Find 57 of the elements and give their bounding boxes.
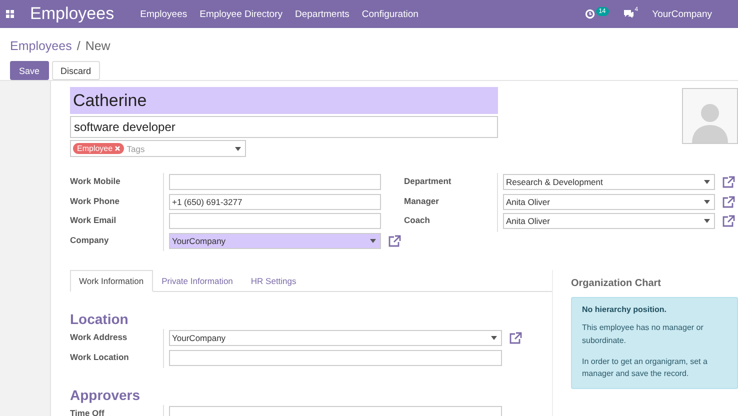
field-label: Work Address (70, 331, 128, 344)
input-field[interactable]: +1 (650) 691-3277 (169, 194, 381, 210)
caret-icon[interactable] (235, 146, 241, 150)
menu-item[interactable]: Employees (140, 8, 188, 20)
remove-icon[interactable] (114, 146, 120, 152)
field-label: Work Mobile (70, 175, 122, 188)
tag: Employee (73, 143, 124, 154)
discard-button[interactable]: Discard (52, 61, 100, 80)
field-label: Company (70, 234, 110, 247)
app-title: Employees (30, 4, 114, 24)
alert-text: This employee has no manager or subordinate. (582, 322, 704, 347)
tab[interactable]: Work Information (70, 270, 153, 292)
name-field[interactable]: Catherine (70, 87, 498, 114)
field-label: Time Off (70, 407, 106, 416)
alert-heading: No hierarchy position. (582, 305, 668, 314)
select-field[interactable]: Research & Development (503, 174, 715, 190)
external-link-icon[interactable] (509, 332, 522, 344)
external-link-icon[interactable] (722, 196, 735, 208)
section-title: Location (70, 311, 130, 327)
section-title: Approvers (70, 387, 142, 403)
field-label: Work Email (70, 214, 118, 227)
select-field[interactable]: YourCompany (169, 330, 502, 346)
menu-item[interactable]: Configuration (362, 8, 418, 20)
company-switcher[interactable]: YourCompany (652, 8, 712, 20)
field-label: Work Phone (70, 194, 120, 208)
breadcrumb-link[interactable]: Employees (10, 39, 72, 53)
input-field[interactable] (169, 174, 381, 190)
caret-icon (704, 200, 710, 204)
tab[interactable]: HR Settings (242, 270, 306, 292)
input-field[interactable] (169, 350, 502, 366)
field-label: Manager (404, 194, 440, 208)
external-link-icon[interactable] (722, 215, 735, 227)
save-button[interactable]: Save (10, 61, 49, 80)
breadcrumb-separator: / (76, 39, 80, 53)
clock-icon[interactable] (584, 9, 595, 19)
menu-item[interactable]: Departments (295, 8, 350, 20)
caret-icon (370, 238, 376, 242)
alert-text: In order to get an organigram, set a manager and save the record. (582, 356, 708, 380)
apps-grid-icon[interactable] (6, 10, 14, 18)
field-label: Department (404, 175, 452, 188)
select-field[interactable]: Anita Oliver (503, 194, 715, 210)
caret-icon (704, 180, 710, 184)
caret-icon (704, 219, 710, 223)
field-label: Coach (404, 214, 431, 227)
external-link-icon[interactable] (722, 176, 735, 188)
caret-icon (491, 336, 497, 340)
select-field[interactable]: Anita Oliver (503, 213, 715, 229)
job-title-field[interactable]: software developer (70, 116, 498, 138)
menu-item[interactable]: Employee Directory (200, 8, 282, 20)
select-field[interactable]: YourCompany (169, 232, 381, 248)
breadcrumb-current: New (85, 39, 110, 53)
input-field[interactable] (169, 213, 381, 229)
chat-icon[interactable] (622, 9, 634, 19)
org-chart-title: Organization Chart (571, 278, 662, 289)
external-link-icon[interactable] (388, 234, 401, 246)
field-label: Work Location (70, 350, 130, 364)
tab[interactable]: Private Information (152, 270, 242, 292)
